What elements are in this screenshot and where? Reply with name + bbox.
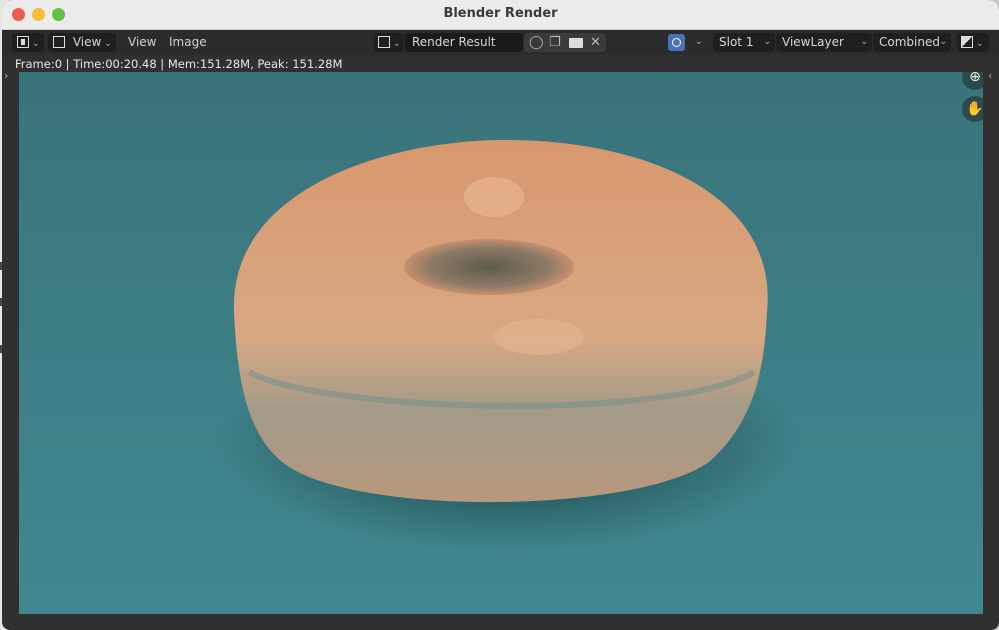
- image-actions-group: ◯ ❐ ✕: [524, 33, 606, 52]
- menu-image[interactable]: Image: [169, 33, 207, 52]
- chevron-down-icon: ⌄: [32, 39, 40, 49]
- blender-render-window: Blender Render ⌄ View ⌄ View Image ⌄ Rend…: [2, 0, 999, 630]
- view-layer-dropdown[interactable]: ViewLayer ⌄: [776, 33, 872, 52]
- menu-view[interactable]: View: [128, 33, 156, 52]
- view-layer-label: ViewLayer: [782, 35, 844, 49]
- chevron-down-icon: ⌄: [695, 37, 703, 47]
- toolbar-expand-arrow[interactable]: ›: [4, 69, 8, 82]
- image-editor-header: ⌄ View ⌄ View Image ⌄ Render Result ◯ ❐ ✕…: [2, 30, 999, 55]
- donut-highlight: [494, 319, 584, 355]
- display-channels-icon: [961, 36, 973, 48]
- gizmo-toggle[interactable]: ⌄: [666, 33, 706, 52]
- view-mode-dropdown[interactable]: View ⌄: [48, 33, 116, 52]
- slot-label: Slot 1: [719, 35, 754, 49]
- chevron-down-icon: ⌄: [860, 37, 868, 47]
- display-channels-dropdown[interactable]: ⌄: [957, 33, 989, 52]
- slot-dropdown[interactable]: Slot 1 ⌄: [713, 33, 775, 52]
- render-pass-dropdown[interactable]: Combined ⌄: [873, 33, 951, 52]
- title-bar: Blender Render: [2, 0, 999, 30]
- chevron-down-icon: ⌄: [104, 39, 112, 49]
- donut-highlight: [464, 177, 524, 217]
- rendered-donut-image: [219, 139, 799, 552]
- image-name-field[interactable]: Render Result: [405, 33, 523, 52]
- close-icon[interactable]: ✕: [590, 33, 601, 52]
- image-browse-button[interactable]: ⌄: [374, 33, 404, 52]
- chevron-down-icon: ⌄: [976, 39, 984, 49]
- chevron-down-icon: ⌄: [763, 37, 771, 47]
- image-icon: [53, 36, 65, 48]
- sidebar-expand-arrow[interactable]: ‹: [988, 69, 992, 82]
- chevron-down-icon: ⌄: [393, 39, 401, 49]
- folder-icon[interactable]: [569, 38, 583, 48]
- editor-type-button[interactable]: ⌄: [12, 33, 44, 52]
- view-mode-label: View: [72, 35, 102, 49]
- render-viewport[interactable]: ⊕ ✋: [19, 72, 983, 614]
- image-browse-icon: [378, 36, 390, 48]
- chevron-down-icon: ⌄: [939, 37, 947, 47]
- shield-icon[interactable]: ◯: [529, 33, 544, 52]
- render-pass-label: Combined: [879, 35, 940, 49]
- donut-hole: [404, 239, 574, 295]
- hand-icon[interactable]: ✋: [962, 96, 983, 122]
- overlay-gizmo-icon: [668, 34, 685, 51]
- window-title: Blender Render: [443, 6, 558, 21]
- duplicate-icon[interactable]: ❐: [549, 33, 561, 52]
- render-stats: Frame:0 | Time:00:20.48 | Mem:151.28M, P…: [15, 57, 343, 71]
- image-editor-icon: [17, 36, 29, 48]
